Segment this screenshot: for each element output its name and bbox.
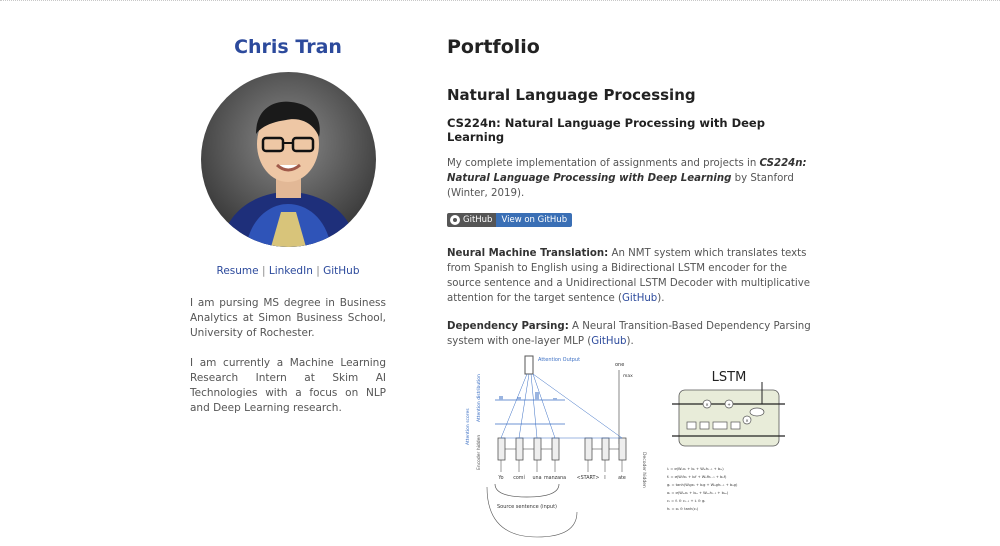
encoder-hidden-label: Encoder hidden	[476, 435, 482, 470]
linkedin-link[interactable]: LinkedIn	[269, 265, 313, 277]
nmt-word: una	[532, 476, 541, 481]
attention-distribution-label: Attention distribution	[476, 374, 482, 422]
nmt-attention-diagram: Attention Output one max Attention distr…	[465, 355, 647, 538]
source-sentence-caption: Source sentence (input)	[497, 504, 557, 510]
top-word: one	[615, 362, 624, 368]
lstm-equation: iₜ = σ(Wᵢᵢxₜ + bᵢᵢ + Wₕᵢhₜ₋₁ + bₕᵢ)	[667, 467, 724, 471]
decoder-hidden-label: Decoder hidden	[641, 452, 647, 488]
nmt-word: Yo	[497, 475, 503, 481]
github-icon	[450, 215, 460, 225]
nmt-word: ate	[618, 475, 626, 481]
project-figures: Attention Output one max Attention distr…	[447, 352, 807, 546]
lstm-equation: fₜ = σ(Wᵢfxₜ + bᵢf + Wₕfhₜ₋₁ + bₕf)	[667, 475, 727, 479]
svg-text:×: ×	[705, 402, 708, 407]
dep-label: Dependency Parsing:	[447, 321, 569, 332]
avatar	[200, 72, 376, 247]
course-intro: My complete implementation of assignment…	[447, 156, 817, 201]
nmt-word: manzana	[544, 476, 566, 481]
intro-text: My complete implementation of assignment…	[447, 158, 760, 169]
nmt-label: Neural Machine Translation:	[447, 248, 609, 259]
lstm-diagram: LSTM × + × iₜ = σ(Wᵢᵢxₜ + bᵢᵢ + Wₕᵢhₜ₋₁ + …	[667, 370, 785, 511]
nmt-word: <START>	[577, 475, 600, 481]
link-separator: |	[316, 265, 320, 277]
nmt-description: Neural Machine Translation: An NMT syste…	[447, 246, 817, 306]
main-content: Portfolio Natural Language Processing CS…	[447, 36, 817, 349]
nmt-end: ).	[657, 293, 665, 304]
profile-links: Resume | LinkedIn | GitHub	[190, 265, 386, 277]
lstm-title: LSTM	[712, 370, 747, 385]
lstm-equation: oₜ = σ(Wᵢₒxₜ + bᵢₒ + Wₕₒhₜ₋₁ + bₕₒ)	[667, 491, 729, 495]
attention-scores-label: Attention scores	[465, 408, 471, 445]
lstm-equation: hₜ = oₜ ⊙ tanh(cₜ)	[667, 507, 699, 511]
svg-text:+: +	[727, 402, 730, 407]
bio-paragraph: I am currently a Machine Learning Resear…	[190, 357, 386, 414]
badge-left: GitHub	[447, 213, 497, 227]
lstm-equation: gₜ = tanh(Wᵢgxₜ + bᵢg + Wₕghₜ₋₁ + bₕg)	[667, 483, 738, 487]
badge-left-label: GitHub	[463, 215, 493, 225]
bio: I am pursing MS degree in Business Analy…	[190, 296, 386, 416]
dependency-parsing-description: Dependency Parsing: A Neural Transition-…	[447, 319, 817, 349]
page-title: Portfolio	[447, 36, 540, 58]
view-on-github-badge[interactable]: GitHub View on GitHub	[447, 213, 573, 227]
author-name: Chris Tran	[234, 36, 342, 58]
dep-end: ).	[626, 336, 634, 347]
lstm-equation: cₜ = fₜ ⊙ cₜ₋₁ + iₜ ⊙ gₜ	[667, 499, 705, 503]
section-heading: Natural Language Processing	[447, 86, 696, 104]
nmt-word: comí	[513, 474, 525, 481]
top-dotted-divider	[0, 0, 1000, 1]
badge-right-label: View on GitHub	[496, 213, 573, 227]
dep-github-link[interactable]: GitHub	[591, 336, 626, 347]
nmt-word: I	[604, 475, 605, 481]
lstm-equations: iₜ = σ(Wᵢᵢxₜ + bᵢᵢ + Wₕᵢhₜ₋₁ + bₕᵢ) fₜ =…	[667, 467, 738, 511]
github-link[interactable]: GitHub	[323, 265, 359, 277]
nmt-github-link[interactable]: GitHub	[622, 293, 657, 304]
svg-text:×: ×	[745, 418, 748, 423]
attention-output-label: Attention Output	[538, 357, 580, 363]
sidebar: Chris Tran Resume | LinkedIn | GitHub I …	[190, 36, 386, 431]
softmax-label: max	[623, 374, 633, 379]
bio-paragraph: I am pursing MS degree in Business Analy…	[190, 297, 386, 339]
resume-link[interactable]: Resume	[217, 265, 259, 277]
course-heading: CS224n: Natural Language Processing with…	[447, 116, 765, 144]
link-separator: |	[261, 265, 266, 277]
